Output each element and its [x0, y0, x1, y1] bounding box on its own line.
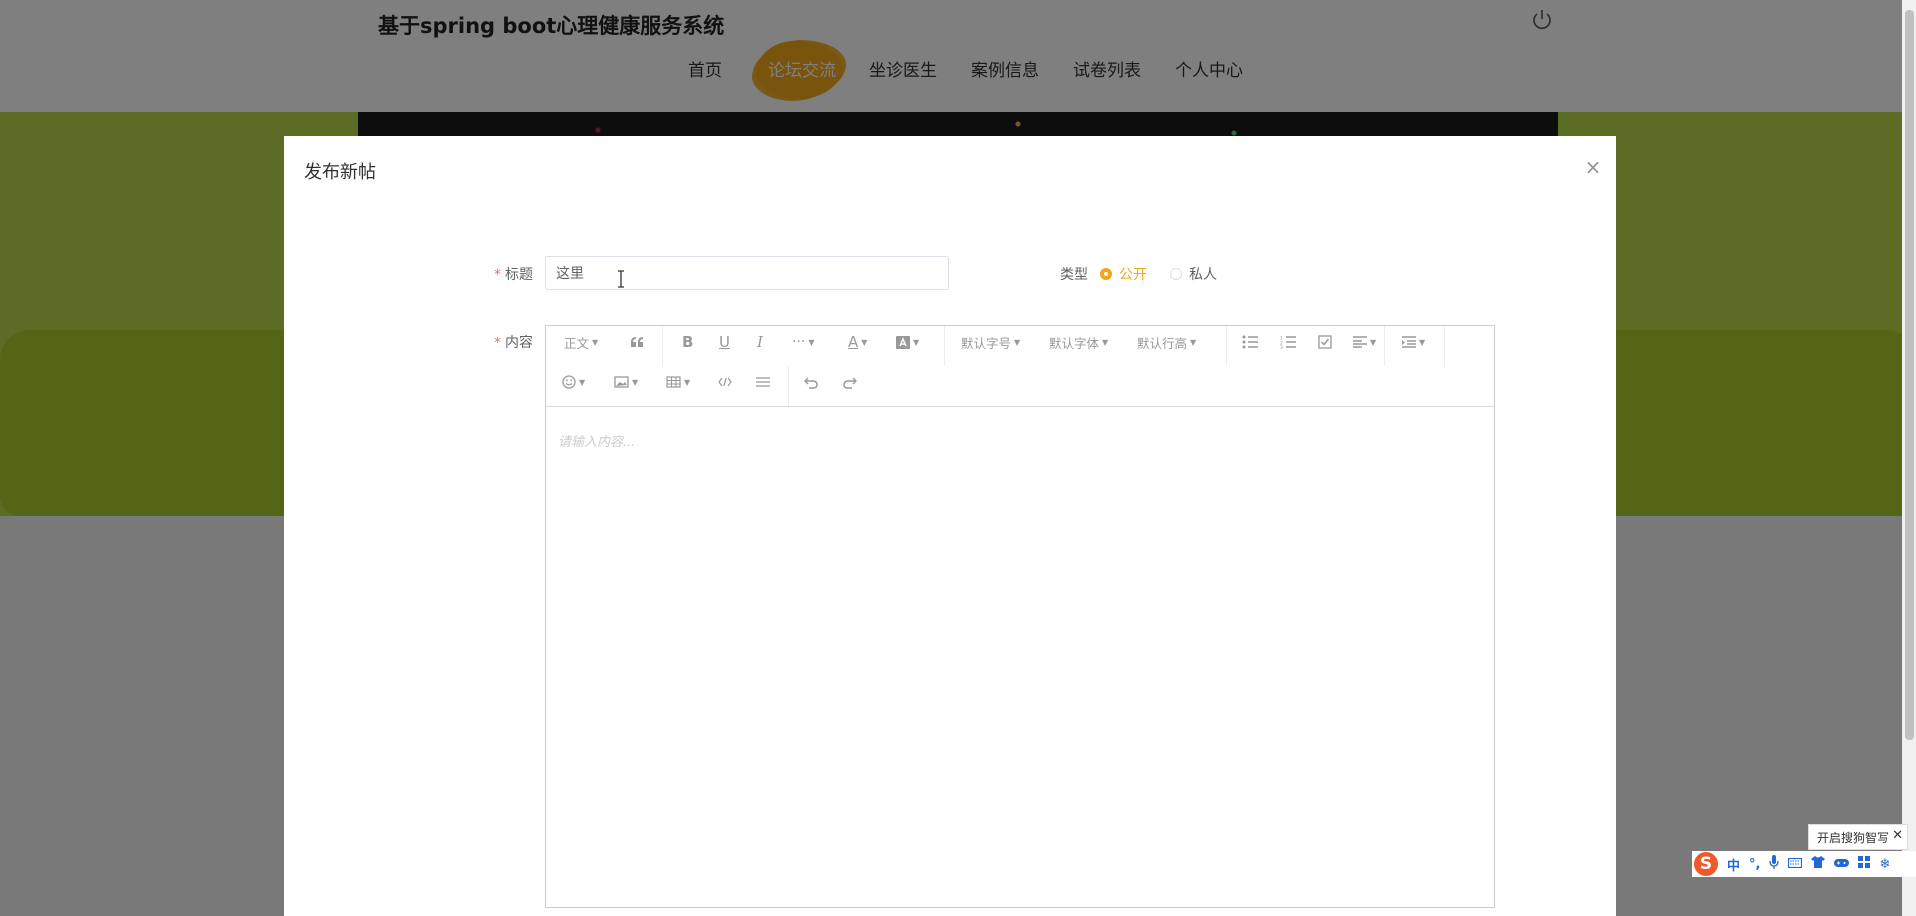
line-height-dropdown[interactable]: 默认行高 ▼: [1137, 330, 1196, 354]
font-size-label: 默认字号: [961, 335, 1012, 351]
keyboard-icon[interactable]: [1788, 857, 1803, 872]
toolbox-grid-icon[interactable]: [1858, 856, 1871, 872]
bullet-list-icon[interactable]: [1242, 330, 1258, 354]
undo-icon[interactable]: [803, 370, 818, 394]
font-color-icon[interactable]: A ▼: [848, 330, 867, 354]
font-size-dropdown[interactable]: 默认字号 ▼: [961, 330, 1020, 354]
divider-line-icon[interactable]: [756, 370, 770, 394]
toolbar-divider: [944, 326, 945, 366]
background-color-icon[interactable]: ▼: [896, 330, 919, 354]
toolbar-divider: [788, 366, 789, 406]
table-icon[interactable]: ▼: [666, 370, 690, 394]
ime-tip-text: 开启搜狗智写: [1817, 830, 1890, 845]
font-family-label: 默认字体: [1049, 335, 1100, 351]
ime-mode-toggle[interactable]: 中: [1727, 855, 1740, 874]
ime-toolbar: S 中 °, ❄: [1692, 851, 1916, 877]
scrollbar-thumb[interactable]: [1905, 10, 1914, 740]
radio-private[interactable]: 私人: [1170, 264, 1217, 284]
more-icon[interactable]: ··· ▼: [792, 330, 815, 354]
indent-icon[interactable]: ▼: [1402, 330, 1425, 354]
editor-toolbar: 正文 ▼ B U I ··· ▼ A ▼ ▼ 默认字号 ▼ 默认字体 ▼ 默认行高 ▼ 12…: [546, 326, 1494, 407]
required-mark: *: [494, 267, 501, 283]
title-input[interactable]: [545, 256, 949, 290]
dialog-title: 发布新帖: [304, 162, 376, 183]
close-icon[interactable]: ✕: [1892, 828, 1903, 843]
todo-checkbox-icon[interactable]: [1318, 330, 1332, 354]
paragraph-dropdown[interactable]: 正文 ▼: [564, 330, 598, 354]
toolbar-divider: [1226, 326, 1227, 366]
text-cursor-icon: [618, 270, 624, 288]
rich-text-editor: 正文 ▼ B U I ··· ▼ A ▼ ▼ 默认字号 ▼ 默认字体 ▼ 默认行高 ▼ 12…: [545, 325, 1495, 908]
content-label-text: 内容: [505, 335, 533, 351]
redo-icon[interactable]: [843, 370, 858, 394]
radio-private-dot: [1170, 268, 1182, 280]
quote-icon[interactable]: [630, 330, 644, 354]
radio-public-label: 公开: [1119, 267, 1147, 283]
new-post-dialog: 发布新帖 × *标题 类型 公开 私人 *内容 正文▼ B U I ···▼ A…: [284, 136, 1616, 916]
bold-icon[interactable]: B: [682, 330, 693, 354]
svg-text:3: 3: [1280, 345, 1283, 349]
title-label: * 标题: [494, 264, 533, 284]
title-label-text: 标题: [505, 267, 533, 283]
font-family-dropdown[interactable]: 默认字体 ▼: [1049, 330, 1108, 354]
snowflake-icon[interactable]: ❄: [1879, 857, 1890, 872]
italic-icon[interactable]: I: [757, 330, 763, 354]
code-icon[interactable]: [718, 370, 732, 394]
ime-punctuation-toggle[interactable]: °,: [1749, 857, 1760, 872]
required-mark: *: [494, 335, 501, 351]
radio-public[interactable]: 公开: [1100, 264, 1147, 284]
paragraph-label: 正文: [564, 335, 590, 351]
align-icon[interactable]: ▼: [1353, 330, 1376, 354]
underline-icon[interactable]: U: [719, 330, 730, 354]
microphone-icon[interactable]: [1769, 855, 1780, 873]
toolbar-divider: [1444, 326, 1445, 366]
radio-public-dot: [1100, 268, 1112, 280]
emoji-icon[interactable]: ▼: [562, 370, 585, 394]
gamepad-icon[interactable]: [1834, 857, 1850, 872]
editor-placeholder: 请输入内容...: [558, 435, 636, 450]
radio-private-label: 私人: [1189, 267, 1217, 283]
numbered-list-icon[interactable]: 123: [1280, 330, 1296, 354]
toolbar-divider: [662, 326, 663, 366]
sogou-logo-icon[interactable]: S: [1694, 852, 1718, 876]
image-icon[interactable]: ▼: [614, 370, 638, 394]
close-icon[interactable]: ×: [1584, 157, 1602, 177]
content-label: * 内容: [494, 332, 533, 352]
line-height-label: 默认行高: [1137, 335, 1188, 351]
toolbar-divider: [1384, 326, 1385, 366]
type-label: 类型: [1060, 267, 1088, 283]
editor-content-area[interactable]: 请输入内容...: [546, 407, 1494, 907]
skin-shirt-icon[interactable]: [1811, 856, 1826, 872]
ime-tip-popup[interactable]: 开启搜狗智写 ✕: [1808, 824, 1908, 850]
